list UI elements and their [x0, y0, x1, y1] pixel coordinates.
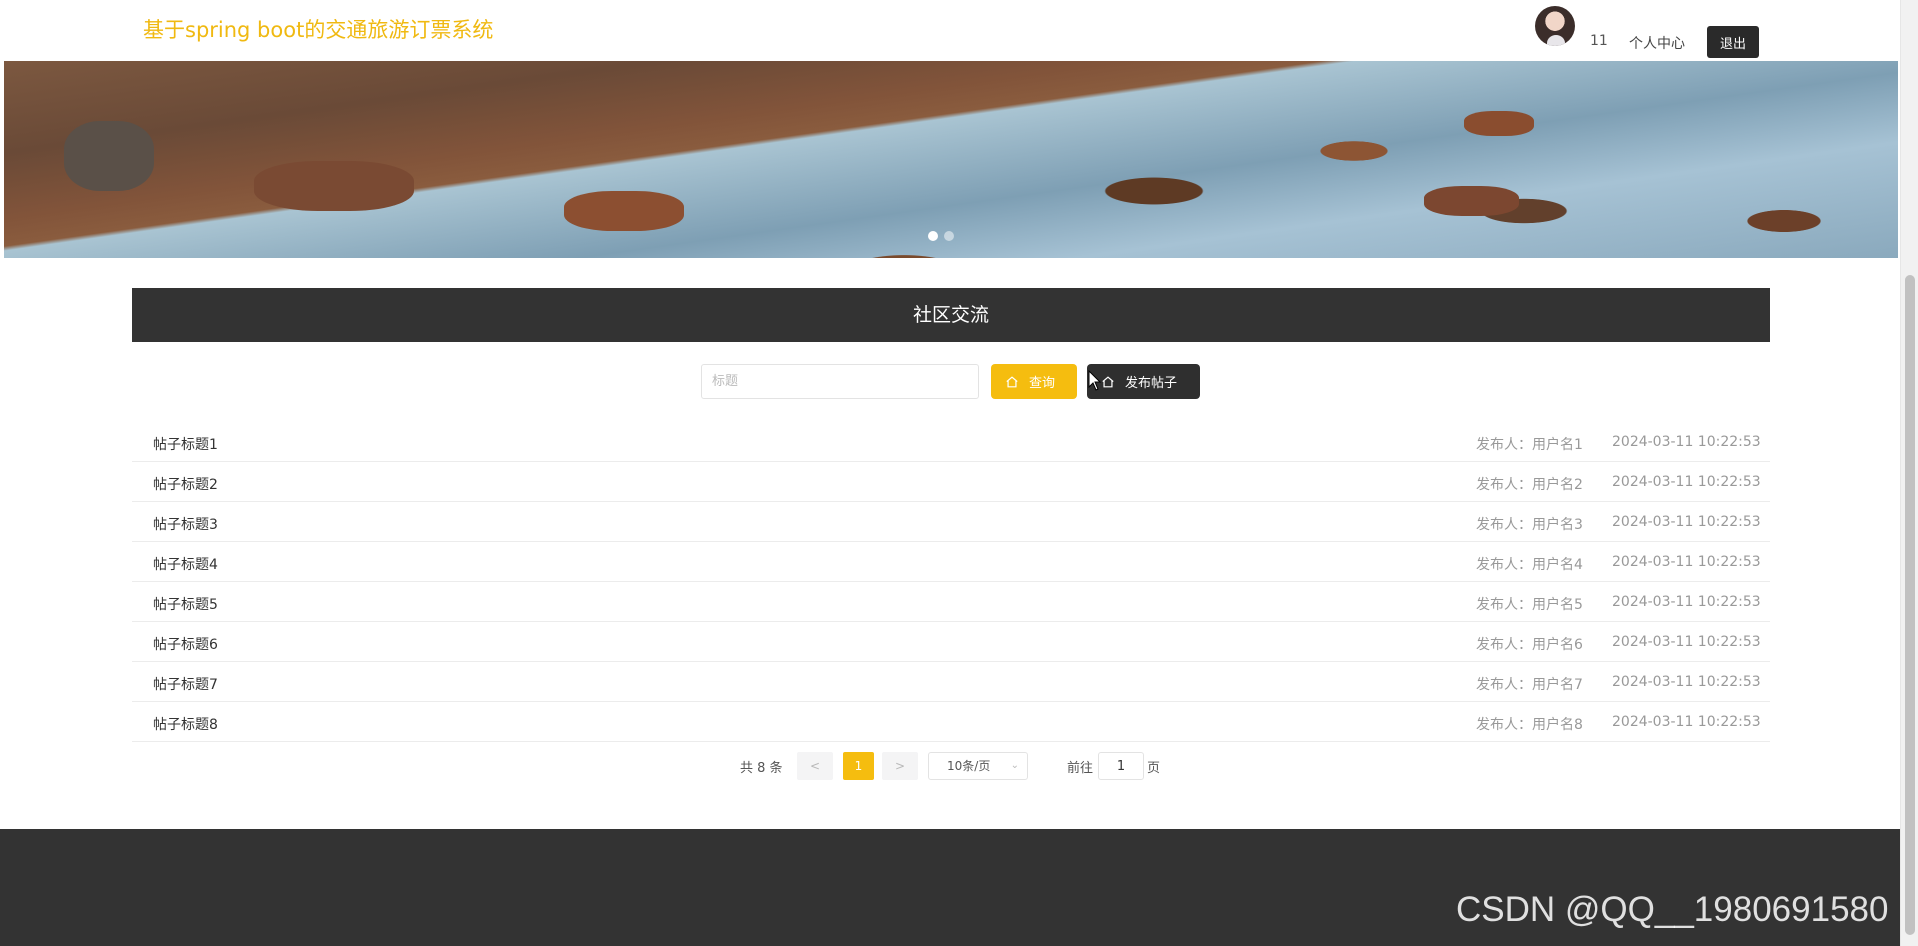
- user-avatar[interactable]: [1535, 6, 1575, 46]
- banner-image-detail: [1464, 111, 1534, 136]
- watermark: CSDN @QQ__1980691580: [1456, 890, 1889, 929]
- post-title[interactable]: 帖子标题6: [153, 634, 218, 654]
- post-row[interactable]: 帖子标题1 发布人：用户名1 2024-03-11 10:22:53: [132, 422, 1770, 462]
- post-time: 2024-03-11 10:22:53: [1612, 594, 1761, 610]
- post-row[interactable]: 帖子标题6 发布人：用户名6 2024-03-11 10:22:53: [132, 622, 1770, 662]
- search-button-label: 查询: [1029, 375, 1056, 390]
- username: 11: [1590, 33, 1608, 49]
- post-author: 发布人：用户名1: [1476, 437, 1583, 453]
- home-icon: [1005, 375, 1019, 389]
- banner-carousel[interactable]: [4, 61, 1898, 258]
- post-author: 发布人：用户名2: [1476, 477, 1583, 493]
- post-title[interactable]: 帖子标题4: [153, 554, 218, 574]
- mouse-cursor-icon: [1088, 370, 1102, 391]
- post-title[interactable]: 帖子标题3: [153, 514, 218, 534]
- main-content: 基于spring boot的交通旅游订票系统 11 个人中心 退出 社区交流 查…: [0, 0, 1900, 946]
- goto-suffix: 页: [1147, 761, 1161, 776]
- post-time: 2024-03-11 10:22:53: [1612, 634, 1761, 650]
- pagination-total: 共 8 条: [740, 761, 783, 776]
- profile-link[interactable]: 个人中心: [1629, 33, 1685, 53]
- post-author: 发布人：用户名5: [1476, 597, 1583, 613]
- carousel-dot-2[interactable]: [944, 231, 954, 241]
- carousel-dot-1[interactable]: [928, 231, 938, 241]
- post-title[interactable]: 帖子标题2: [153, 474, 218, 494]
- top-header: 基于spring boot的交通旅游订票系统 11 个人中心 退出: [0, 0, 1900, 61]
- post-row[interactable]: 帖子标题7 发布人：用户名7 2024-03-11 10:22:53: [132, 662, 1770, 702]
- publish-post-button[interactable]: 发布帖子: [1087, 364, 1200, 399]
- next-page-button[interactable]: >: [882, 752, 918, 780]
- post-title[interactable]: 帖子标题1: [153, 434, 218, 454]
- post-row[interactable]: 帖子标题4 发布人：用户名4 2024-03-11 10:22:53: [132, 542, 1770, 582]
- scrollbar-thumb[interactable]: [1905, 275, 1915, 935]
- post-list: 帖子标题1 发布人：用户名1 2024-03-11 10:22:53 帖子标题2…: [132, 422, 1770, 742]
- goto-page-input[interactable]: [1098, 752, 1144, 780]
- post-time: 2024-03-11 10:22:53: [1612, 514, 1761, 530]
- post-author: 发布人：用户名4: [1476, 557, 1583, 573]
- search-button[interactable]: 查询: [991, 364, 1077, 399]
- banner-image-detail: [564, 191, 684, 231]
- post-title[interactable]: 帖子标题5: [153, 594, 218, 614]
- post-title[interactable]: 帖子标题8: [153, 714, 218, 734]
- post-time: 2024-03-11 10:22:53: [1612, 474, 1761, 490]
- banner-image-detail: [64, 121, 154, 191]
- chevron-down-icon: ⌄: [1010, 760, 1019, 771]
- carousel-indicators: [928, 231, 954, 241]
- page-scrollbar[interactable]: [1900, 0, 1918, 946]
- post-row[interactable]: 帖子标题2 发布人：用户名2 2024-03-11 10:22:53: [132, 462, 1770, 502]
- post-time: 2024-03-11 10:22:53: [1612, 554, 1761, 570]
- post-title[interactable]: 帖子标题7: [153, 674, 218, 694]
- post-row[interactable]: 帖子标题5 发布人：用户名5 2024-03-11 10:22:53: [132, 582, 1770, 622]
- banner-image-detail: [254, 161, 414, 211]
- page-number-button[interactable]: 1: [843, 752, 874, 780]
- publish-post-label: 发布帖子: [1125, 375, 1178, 390]
- post-time: 2024-03-11 10:22:53: [1612, 674, 1761, 690]
- goto-label: 前往: [1067, 761, 1094, 776]
- page: 基于spring boot的交通旅游订票系统 11 个人中心 退出 社区交流 查…: [0, 0, 1918, 946]
- post-row[interactable]: 帖子标题8 发布人：用户名8 2024-03-11 10:22:53: [132, 702, 1770, 742]
- prev-page-button[interactable]: <: [797, 752, 833, 780]
- post-author: 发布人：用户名3: [1476, 517, 1583, 533]
- page-size-select[interactable]: 10条/页 ⌄: [928, 752, 1028, 780]
- section-title: 社区交流: [132, 288, 1770, 342]
- logout-button[interactable]: 退出: [1707, 26, 1759, 58]
- post-time: 2024-03-11 10:22:53: [1612, 434, 1761, 450]
- page-size-value: 10条/页: [947, 759, 991, 773]
- post-author: 发布人：用户名6: [1476, 637, 1583, 653]
- post-time: 2024-03-11 10:22:53: [1612, 714, 1761, 730]
- post-author: 发布人：用户名7: [1476, 677, 1583, 693]
- banner-image-detail: [1424, 186, 1519, 216]
- site-title[interactable]: 基于spring boot的交通旅游订票系统: [143, 14, 493, 44]
- title-search-input[interactable]: [701, 364, 979, 399]
- home-icon: [1101, 375, 1115, 389]
- post-author: 发布人：用户名8: [1476, 717, 1583, 733]
- post-row[interactable]: 帖子标题3 发布人：用户名3 2024-03-11 10:22:53: [132, 502, 1770, 542]
